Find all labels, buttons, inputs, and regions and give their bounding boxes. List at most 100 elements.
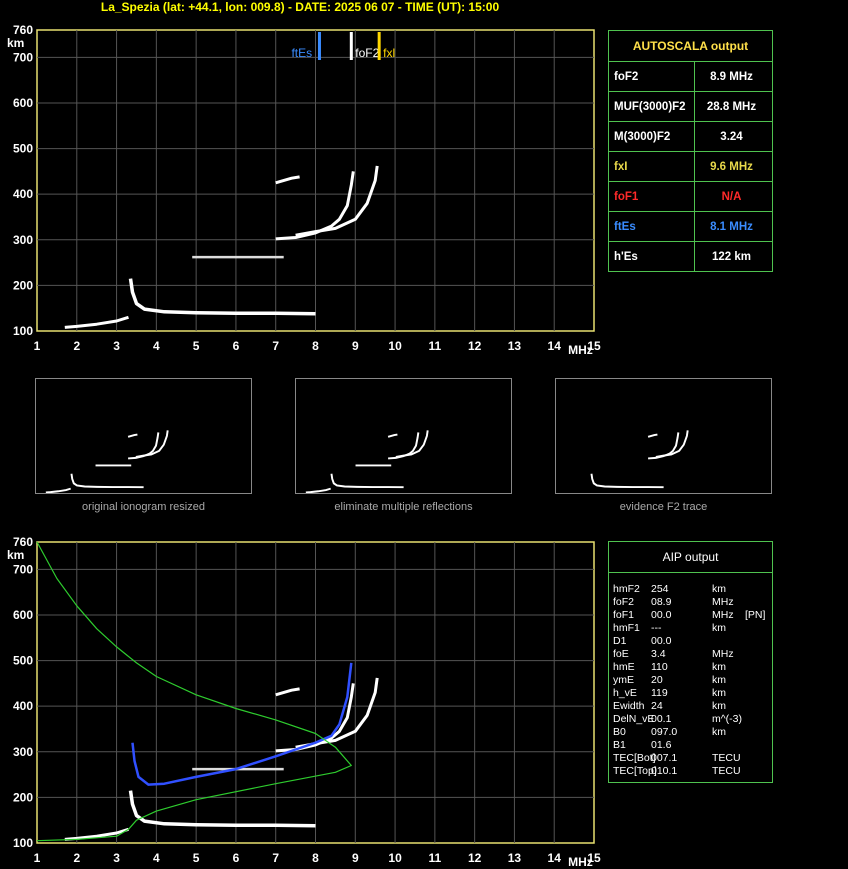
x-tick-label: 3 [113, 339, 120, 353]
aip-param: Ewidth [613, 700, 645, 712]
aip-unit: km [712, 726, 726, 738]
x-tick-label: 1 [34, 339, 41, 353]
autoscala-value: N/A [694, 181, 772, 212]
aip-param: B1 [613, 739, 626, 751]
aip-param: B0 [613, 726, 626, 738]
aip-param: h_vE [613, 687, 637, 699]
x-tick-label: 14 [548, 851, 562, 865]
aip-value: 20 [651, 674, 663, 686]
x-tick-label: 11 [429, 851, 442, 865]
y-tick-label: 400 [13, 187, 33, 201]
y-tick-label: 760 [13, 535, 33, 549]
autoscala-value: 28.8 MHz [694, 91, 772, 122]
autoscala-param: foF2 [609, 61, 695, 92]
aip-param: TEC[Bot] [613, 752, 656, 764]
autoscala-value: 122 km [694, 241, 772, 271]
x-tick-label: 7 [272, 851, 279, 865]
y-tick-label: 200 [13, 278, 33, 292]
aip-row: hmE 110 km [609, 661, 772, 674]
aip-row: TEC[Top] 010.1 TECU [609, 765, 772, 778]
aip-row: D1 00.0 [609, 635, 772, 648]
caption-evidence: evidence F2 trace [619, 501, 708, 513]
x-tick-label: 4 [153, 339, 160, 353]
aip-param: D1 [613, 635, 627, 647]
aip-table: hmF2 254 km foF2 08.9 MHz foF1 00.0 MHz [PN] hmF1-… [609, 572, 772, 778]
autoscala-panel: AUTOSCALA output foF2 8.9 MHz MUF(3000)F2 2… [608, 30, 773, 272]
y-tick-label: 500 [13, 654, 33, 668]
x-tick-label: 1 [34, 851, 41, 865]
caption-original: original ionogram resized [82, 501, 205, 513]
aip-unit: km [712, 661, 726, 673]
aip-row: Ewidth 24 km [609, 700, 772, 713]
autoscala-value: 8.1 MHz [694, 211, 772, 242]
aip-unit: TECU [712, 752, 741, 764]
x-tick-label: 5 [193, 851, 200, 865]
aip-value: 119 [651, 687, 668, 699]
autoscala-param: ftEs [609, 211, 695, 242]
y-tick-label: 300 [13, 233, 33, 247]
aip-value: 00.0 [651, 609, 672, 621]
aip-row: DelN_vE 00.1 m^(-3) [609, 713, 772, 726]
x-tick-label: 5 [193, 339, 200, 353]
autoscala-row: ftEs 8.1 MHz [609, 211, 772, 242]
autoscala-row: foF1 N/A [609, 181, 772, 212]
aip-unit: TECU [712, 765, 741, 777]
x-tick-label: 4 [153, 851, 160, 865]
y-tick-label: 100 [13, 324, 33, 338]
aip-unit: km [712, 674, 726, 686]
y-tick-label: 100 [13, 836, 33, 850]
y-tick-label: 700 [13, 50, 33, 64]
autoscala-param: fxI [609, 151, 695, 182]
aip-row: hmF2 254 km [609, 583, 772, 596]
y-tick-label: 600 [13, 96, 33, 110]
aip-param: DelN_vE [613, 713, 655, 725]
x-tick-label: 13 [508, 339, 522, 353]
aip-param: hmE [613, 661, 635, 673]
aip-param: foF1 [613, 609, 635, 621]
aip-value: 097.0 [651, 726, 678, 738]
aip-row: hmF1 --- km [609, 622, 772, 635]
x-tick-label: 12 [468, 339, 482, 353]
y-tick-label: 760 [13, 23, 33, 37]
aip-row: foF1 00.0 MHz [PN] [609, 609, 772, 622]
aip-param: hmF1 [613, 622, 640, 634]
marker-label: ftEs [291, 46, 312, 60]
y-axis-label: km [7, 36, 24, 50]
aip-unit: km [712, 583, 726, 595]
autoscala-row: foF2 8.9 MHz [609, 61, 772, 92]
y-tick-label: 400 [13, 699, 33, 713]
x-tick-label: 9 [352, 851, 359, 865]
aip-value: 00.0 [651, 635, 672, 647]
autoscala-value: 8.9 MHz [694, 61, 772, 92]
thumb-evidence [555, 378, 772, 494]
aip-unit: MHz [712, 609, 734, 621]
aip-unit: km [712, 622, 726, 634]
x-tick-label: 6 [233, 851, 240, 865]
aip-value: 08.9 [651, 596, 672, 608]
caption-multiple: eliminate multiple reflections [334, 501, 473, 513]
x-tick-label: 13 [508, 851, 522, 865]
aip-value: 110 [651, 661, 668, 673]
aip-row: foE 3.4 MHz [609, 648, 772, 661]
aip-value: 010.1 [651, 765, 678, 777]
marker-label: foF2 [355, 46, 379, 60]
autoscala-value: 3.24 [694, 121, 772, 152]
y-tick-label: 600 [13, 608, 33, 622]
autoscala-param: foF1 [609, 181, 695, 212]
aip-row: B0 097.0 km [609, 726, 772, 739]
y-tick-label: 200 [13, 790, 33, 804]
x-tick-label: 2 [73, 851, 80, 865]
autoscala-value: 9.6 MHz [694, 151, 772, 182]
autoscala-row: h'Es 122 km [609, 241, 772, 271]
x-tick-label: 8 [312, 851, 319, 865]
autoscala-param: h'Es [609, 241, 695, 271]
y-tick-label: 500 [13, 142, 33, 156]
x-tick-label: 6 [233, 339, 240, 353]
x-tick-label: 12 [468, 851, 482, 865]
autoscala-row: M(3000)F2 3.24 [609, 121, 772, 152]
x-tick-label: 14 [548, 339, 562, 353]
thumb-multiple [295, 378, 512, 494]
x-tick-label: 11 [429, 339, 442, 353]
aip-value: --- [651, 622, 662, 634]
autoscala-table: foF2 8.9 MHz MUF(3000)F2 28.8 MHz M(3000)F2 3… [609, 61, 772, 271]
